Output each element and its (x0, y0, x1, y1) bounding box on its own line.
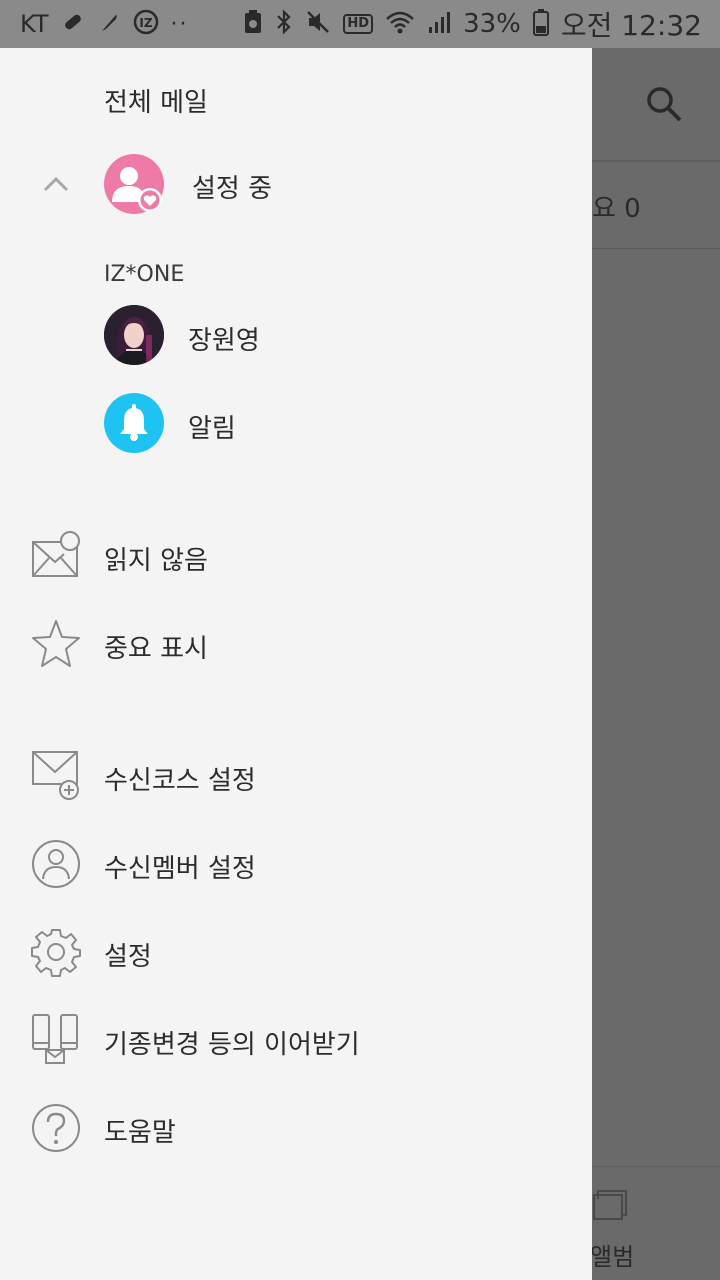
device-transfer-icon (30, 1012, 82, 1072)
settings-link[interactable]: 설정 (104, 936, 152, 973)
navigation-drawer: 전체 메일 설정 중 IZ*ONE 장원영 알림 읽지 않음 중요 표시 수신코… (0, 48, 592, 1280)
status-left: KT IZ ·· (20, 9, 189, 39)
help-link[interactable]: 도움말 (104, 1112, 176, 1149)
star-icon (30, 618, 82, 674)
device-transfer-link[interactable]: 기종변경 등의 이어받기 (104, 1024, 360, 1061)
bluetooth-icon (275, 9, 293, 39)
unread-mail-icon (30, 530, 82, 586)
receive-member-settings[interactable]: 수신멤버 설정 (104, 848, 256, 885)
background-row-text: 요 0 (592, 194, 641, 224)
carrier-label: KT (20, 10, 49, 38)
member-name[interactable]: 장원영 (188, 320, 260, 357)
member-photo-avatar[interactable] (104, 305, 164, 365)
all-mail-link[interactable]: 전체 메일 (104, 82, 208, 119)
gear-icon (30, 926, 82, 982)
hd-voice-icon: HD (343, 14, 374, 34)
starred-filter[interactable]: 중요 표시 (104, 628, 208, 665)
pill-icon (61, 10, 85, 38)
more-notifications-icon: ·· (170, 11, 189, 37)
signal-icon (427, 9, 451, 39)
notification-label[interactable]: 알림 (188, 408, 236, 445)
iz-app-icon: IZ (133, 9, 159, 39)
feather-icon (97, 10, 121, 38)
search-icon (644, 84, 684, 128)
mail-plus-icon (30, 748, 82, 806)
album-label: 앨범 (590, 1243, 635, 1271)
album-icon (588, 1185, 628, 1229)
screen: KT IZ ·· HD 33% 오전 12:32 요 0 앨범 전체 메일 설정… (0, 0, 720, 1280)
battery-saver-icon (243, 9, 263, 39)
group-label: IZ*ONE (104, 262, 185, 287)
svg-text:IZ: IZ (139, 16, 152, 30)
battery-percent: 33% (463, 9, 521, 39)
unread-filter[interactable]: 읽지 않음 (104, 540, 208, 577)
status-right: HD 33% 오전 12:32 (243, 4, 702, 44)
status-bar: KT IZ ·· HD 33% 오전 12:32 (0, 0, 720, 48)
person-circle-icon (30, 838, 82, 894)
battery-charging-icon (532, 8, 549, 40)
clock: 오전 12:32 (560, 9, 702, 42)
account-name[interactable]: 설정 중 (192, 168, 272, 205)
help-icon (30, 1102, 82, 1158)
mute-icon (305, 9, 331, 39)
bell-icon[interactable] (104, 393, 164, 453)
receive-course-settings[interactable]: 수신코스 설정 (104, 760, 256, 797)
wifi-icon (385, 9, 415, 39)
account-avatar-icon[interactable] (104, 154, 164, 214)
chevron-up-icon[interactable] (40, 172, 72, 200)
